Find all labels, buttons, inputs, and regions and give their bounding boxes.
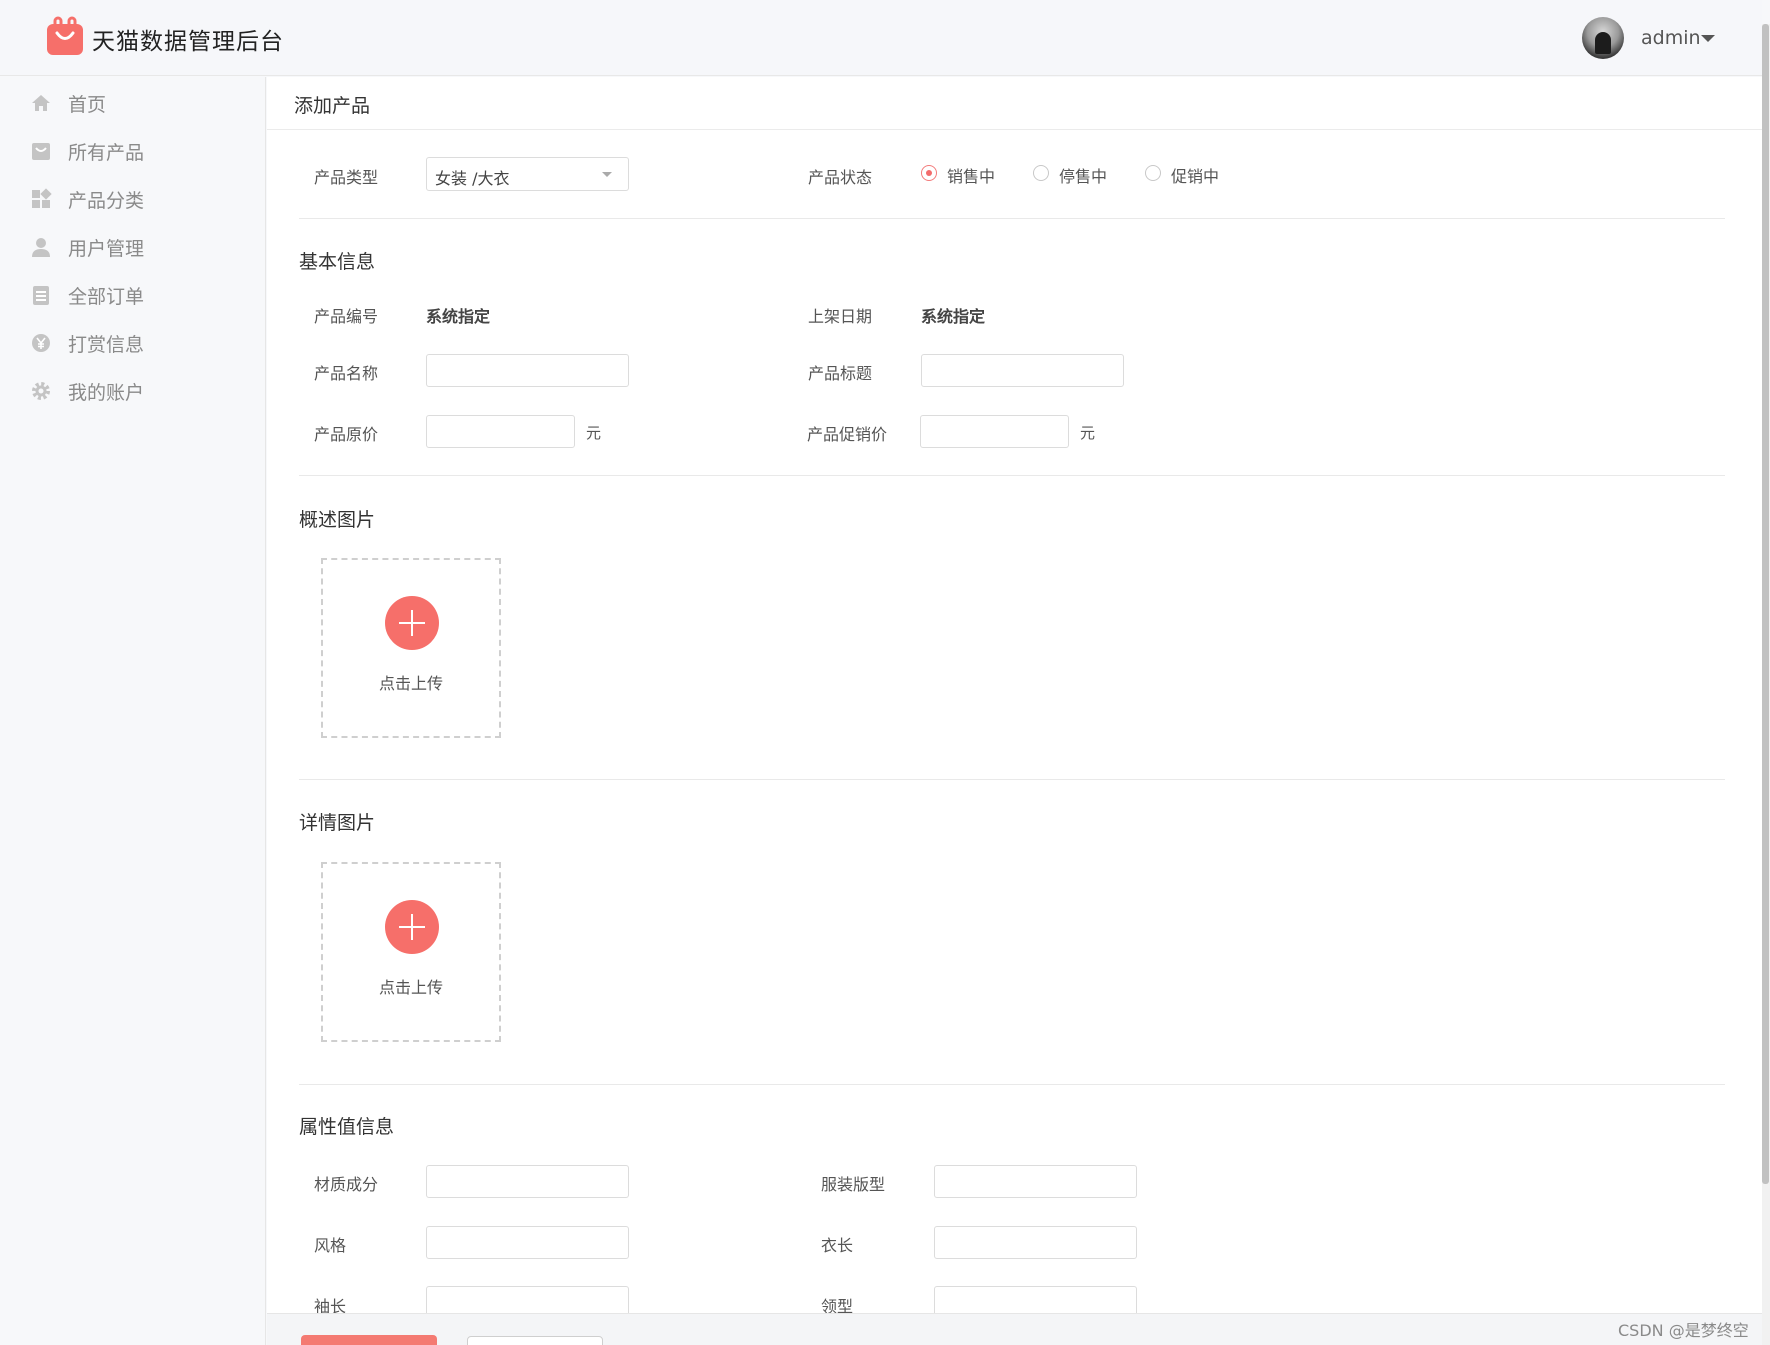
attr-label: 服装版型 [821,1175,886,1194]
promo-price-unit: 元 [1080,424,1096,442]
section-divider [299,1084,1725,1085]
order-icon [33,286,49,305]
submit-button[interactable] [301,1335,437,1345]
product-type-select[interactable]: 女装 /大衣 [426,157,629,191]
plus-icon [385,596,439,650]
sidebar-item-users[interactable]: 用户管理 [0,221,266,273]
status-radio-off-sale[interactable]: 停售中 [1033,161,1123,186]
attr-fit-input[interactable] [934,1165,1137,1198]
section-divider [299,779,1725,780]
upload-label: 点击上传 [378,978,443,997]
page-scrollbar[interactable] [1762,24,1770,1345]
sidebar-item-orders[interactable]: 全部订单 [0,269,266,321]
product-status-label: 产品状态 [808,168,873,187]
watermark: CSDN @是梦终空 [1618,1321,1749,1340]
sidebar-item-label: 打赏信息 [68,334,145,356]
radio-label: 销售中 [947,167,996,186]
original-price-input[interactable] [426,415,575,448]
chevron-down-icon [602,172,612,177]
sidebar-item-label: 首页 [68,94,107,116]
page-title-bar: 添加产品 [267,77,1762,130]
radio-label: 促销中 [1171,167,1220,186]
page-title: 添加产品 [294,95,371,117]
bag-icon [32,143,50,160]
attr-material-input[interactable] [426,1165,629,1198]
sidebar-item-label: 我的账户 [68,382,145,404]
category-icon [32,188,52,208]
sidebar-item-account[interactable]: 我的账户 [0,365,266,417]
sidebar-item-categories[interactable]: 产品分类 [0,173,266,225]
user-name-menu[interactable]: admin [1641,27,1701,49]
product-name-label: 产品名称 [314,364,379,383]
sidebar-item-label: 用户管理 [68,238,145,260]
price-unit: 元 [586,424,602,442]
attr-label: 材质成分 [314,1175,379,1194]
sidebar-item-label: 全部订单 [68,286,145,308]
section-title-attributes: 属性值信息 [299,1116,395,1138]
attr-length-input[interactable] [934,1226,1137,1259]
sidebar-item-label: 所有产品 [68,142,145,164]
plus-icon [385,900,439,954]
sidebar-item-rewards[interactable]: 打赏信息 [0,317,266,369]
sidebar: 首页 所有产品 产品分类 用户管理 全部订单 打赏信息 我的账户 [0,77,266,1345]
product-id-label: 产品编号 [314,307,379,326]
listing-date-label: 上架日期 [808,307,873,326]
shopping-bag-logo-icon [47,16,83,55]
user-avatar[interactable] [1582,17,1624,59]
product-type-label: 产品类型 [314,168,379,187]
cancel-button[interactable] [467,1336,603,1345]
home-icon [32,95,50,111]
detail-image-upload[interactable]: 点击上传 [321,862,501,1042]
product-name-input[interactable] [426,354,629,387]
product-title-input[interactable] [921,354,1124,387]
chevron-down-icon[interactable] [1701,35,1715,42]
user-icon [32,238,50,257]
attr-label: 衣长 [821,1236,854,1255]
upload-label: 点击上传 [378,674,443,693]
listing-date-value: 系统指定 [921,307,986,326]
promo-price-label: 产品促销价 [807,425,888,444]
section-divider [299,475,1725,476]
yen-icon [32,334,50,352]
section-title-detail-images: 详情图片 [299,812,376,834]
radio-unchecked-icon [1033,165,1049,181]
sidebar-item-home[interactable]: 首页 [0,77,266,129]
section-divider [299,218,1725,219]
status-radio-on-sale[interactable]: 销售中 [921,161,1011,186]
scrollbar-thumb[interactable] [1762,24,1769,1184]
attr-style-input[interactable] [426,1226,629,1259]
promo-price-input[interactable] [920,415,1069,448]
product-type-value: 女装 /大衣 [435,169,510,188]
original-price-label: 产品原价 [314,425,379,444]
radio-label: 停售中 [1059,167,1108,186]
product-id-value: 系统指定 [426,307,491,326]
sidebar-item-all-products[interactable]: 所有产品 [0,125,266,177]
attr-label: 风格 [314,1236,347,1255]
section-title-overview-images: 概述图片 [299,509,376,531]
status-radio-promotion[interactable]: 促销中 [1145,161,1235,186]
sidebar-item-label: 产品分类 [68,190,145,212]
radio-checked-icon [921,165,937,181]
product-title-label: 产品标题 [808,364,873,383]
section-title-basic: 基本信息 [299,251,376,273]
radio-unchecked-icon [1145,165,1161,181]
top-header: 天猫数据管理后台 admin [0,0,1762,76]
main-content: 添加产品 产品类型 女装 /大衣 产品状态 销售中 停售中 促销中 基本信息 产… [267,77,1762,1345]
overview-image-upload[interactable]: 点击上传 [321,558,501,738]
app-title: 天猫数据管理后台 [92,29,284,55]
gear-icon [32,382,50,400]
